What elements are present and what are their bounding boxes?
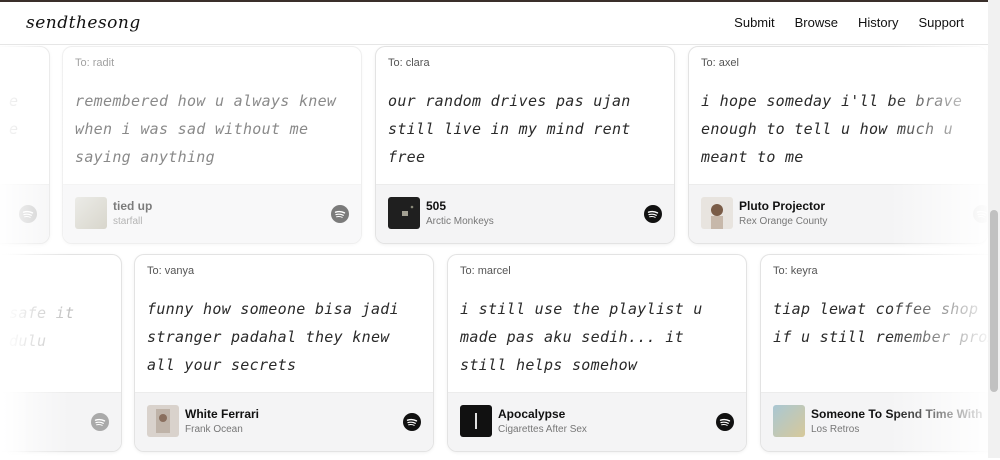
song-artist: Frank Ocean: [185, 424, 243, 435]
album-art: [75, 197, 107, 229]
message-text: our random drives pas ujan still live in…: [388, 92, 631, 166]
song-artist: Rex Orange County: [739, 216, 828, 227]
spotify-icon[interactable]: [644, 205, 662, 223]
recipient-label: To: marcel: [460, 265, 511, 277]
song-footer: 505 Arctic Monkeys: [376, 184, 674, 243]
song-title: Apocalypse: [498, 407, 566, 421]
message-card[interactable]: To: axel i hope someday i'll be brave en…: [688, 46, 988, 244]
song-footer: [0, 184, 49, 243]
site-logo[interactable]: sendthesong: [26, 13, 141, 33]
song-footer: Someone To Spend Time With Los Retros: [761, 392, 988, 451]
spotify-icon[interactable]: [19, 205, 37, 223]
nav-links: Submit Browse History Support: [734, 15, 964, 30]
song-footer: tied up starfall: [63, 184, 361, 243]
message-card[interactable]: To: clara our random drives pas ujan sti…: [375, 46, 675, 244]
song-footer: White Ferrari Frank Ocean: [135, 392, 433, 451]
spotify-icon[interactable]: [331, 205, 349, 223]
top-navbar: sendthesong Submit Browse History Suppor…: [0, 2, 988, 45]
message-text: tiap lewat coffee shop i wonder if u sti…: [773, 300, 988, 346]
recipient-label: To: clara: [388, 57, 430, 69]
recipient-label: To: radit: [75, 57, 115, 69]
recipient-label: To: keyra: [773, 265, 818, 277]
message-card[interactable]: To: vanya funny how someone bisa jadi st…: [134, 254, 434, 452]
album-art: [460, 405, 492, 437]
song-footer: Apocalypse Cigarettes After Sex: [448, 392, 746, 451]
song-title: 505: [426, 199, 447, 213]
song-artist: Cigarettes After Sex: [498, 424, 587, 435]
nav-submit[interactable]: Submit: [734, 15, 774, 30]
album-art: [701, 197, 733, 229]
cards-marquee: e e To: radit remembered how u always kn…: [0, 0, 988, 458]
message-text: remembered how u always knew when i was …: [75, 92, 337, 166]
song-artist: Arctic Monkeys: [426, 216, 494, 227]
message-text-partial: safe it dulu: [9, 304, 75, 350]
message-text: i hope someday i'll be brave enough to t…: [701, 92, 963, 166]
scrollbar-thumb[interactable]: [990, 210, 998, 392]
song-footer: Pluto Projector Rex Orange County: [689, 184, 987, 243]
message-card[interactable]: To: marcel i still use the playlist u ma…: [447, 254, 747, 452]
nav-history[interactable]: History: [858, 15, 898, 30]
message-text: funny how someone bisa jadi stranger pad…: [147, 300, 399, 374]
recipient-label: To: axel: [701, 57, 739, 69]
song-title: Pluto Projector: [739, 199, 826, 213]
song-artist: starfall: [113, 216, 143, 227]
album-art: [147, 405, 179, 437]
message-card-partial[interactable]: e e: [0, 46, 50, 244]
message-text: i still use the playlist u made pas aku …: [460, 300, 703, 374]
spotify-icon[interactable]: [973, 205, 987, 223]
nav-browse[interactable]: Browse: [795, 15, 838, 30]
song-footer: [0, 392, 121, 451]
message-card-partial[interactable]: safe it dulu: [0, 254, 122, 452]
message-text-partial: e e: [9, 92, 19, 138]
message-card[interactable]: To: radit remembered how u always knew w…: [62, 46, 362, 244]
message-card[interactable]: To: keyra tiap lewat coffee shop i wonde…: [760, 254, 988, 452]
spotify-icon[interactable]: [91, 413, 109, 431]
album-art: [388, 197, 420, 229]
page-scrollbar[interactable]: [988, 0, 1000, 458]
spotify-icon[interactable]: [403, 413, 421, 431]
song-title: tied up: [113, 199, 153, 213]
song-title: Someone To Spend Time With: [811, 407, 983, 421]
song-artist: Los Retros: [811, 424, 860, 435]
album-art: [773, 405, 805, 437]
song-title: White Ferrari: [185, 407, 260, 421]
nav-support[interactable]: Support: [918, 15, 964, 30]
recipient-label: To: vanya: [147, 265, 195, 277]
spotify-icon[interactable]: [716, 413, 734, 431]
